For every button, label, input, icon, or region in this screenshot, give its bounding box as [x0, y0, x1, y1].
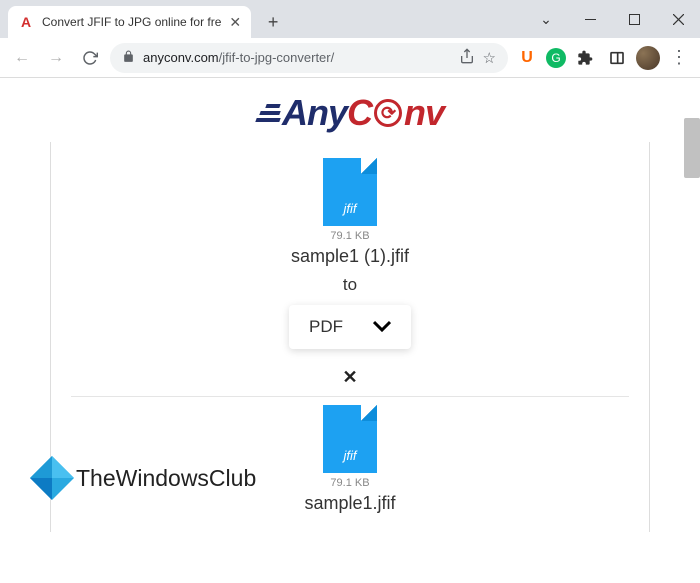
page-viewport: Any C nv jfif 79.1 KB sample1 (1).jfif t…	[0, 78, 700, 583]
target-format-dropdown[interactable]: PDF	[289, 305, 411, 349]
to-label: to	[51, 275, 649, 295]
window-maximize-button[interactable]	[612, 4, 656, 34]
extension-ublock-icon[interactable]: U	[514, 45, 540, 71]
chrome-menu-icon[interactable]: ⋮	[666, 47, 692, 68]
extension-grammarly-icon[interactable]: G	[546, 48, 566, 68]
window-titlebar: A Convert JFIF to JPG online for fre ✕ +…	[0, 0, 700, 38]
url-text: anyconv.com/jfif-to-jpg-converter/	[143, 50, 451, 65]
share-icon[interactable]	[459, 48, 475, 67]
chevron-down-icon	[373, 319, 391, 335]
file-type-icon: jfif	[323, 405, 377, 473]
watermark-text: TheWindowsClub	[76, 465, 256, 492]
file-type-icon: jfif	[323, 158, 377, 226]
file-name-text: sample1 (1).jfif	[51, 246, 649, 267]
file-ext-label: jfif	[344, 448, 357, 463]
new-tab-button[interactable]: +	[259, 8, 287, 36]
side-panel-icon[interactable]	[604, 45, 630, 71]
nav-back-button[interactable]: ←	[8, 44, 36, 72]
target-format-value: PDF	[309, 317, 343, 337]
file-item: jfif 79.1 KB sample1 (1).jfif to PDF ✕	[51, 158, 649, 388]
bookmark-star-icon[interactable]: ☆	[483, 49, 496, 67]
tabs-dropdown-icon[interactable]: ⌄	[524, 4, 568, 34]
profile-avatar[interactable]	[636, 46, 660, 70]
remove-file-button[interactable]: ✕	[51, 367, 649, 388]
item-divider	[71, 396, 629, 397]
tab-title: Convert JFIF to JPG online for fre	[42, 15, 221, 29]
address-bar[interactable]: anyconv.com/jfif-to-jpg-converter/ ☆	[110, 43, 508, 73]
logo-text-nv: nv	[404, 92, 444, 134]
logo-cycle-icon	[374, 99, 402, 127]
logo-speed-lines-icon	[256, 101, 280, 125]
logo-text-c: C	[347, 92, 372, 134]
watermark-logo-icon	[30, 456, 74, 500]
scrollbar-thumb[interactable]	[684, 118, 700, 178]
window-controls: ⌄	[524, 0, 700, 38]
window-close-button[interactable]	[656, 4, 700, 34]
window-minimize-button[interactable]	[568, 4, 612, 34]
watermark: TheWindowsClub	[30, 456, 256, 500]
tab-close-icon[interactable]: ✕	[229, 14, 241, 31]
browser-tab[interactable]: A Convert JFIF to JPG online for fre ✕	[8, 6, 251, 38]
browser-toolbar: ← → anyconv.com/jfif-to-jpg-converter/ ☆…	[0, 38, 700, 78]
file-ext-label: jfif	[344, 201, 357, 216]
nav-reload-button[interactable]	[76, 44, 104, 72]
tab-favicon: A	[18, 14, 34, 30]
nav-forward-button[interactable]: →	[42, 44, 70, 72]
logo-text-any: Any	[282, 92, 347, 134]
extensions-menu-icon[interactable]	[572, 45, 598, 71]
site-logo[interactable]: Any C nv	[0, 78, 700, 142]
lock-icon	[122, 50, 135, 66]
file-size-text: 79.1 KB	[51, 230, 649, 242]
